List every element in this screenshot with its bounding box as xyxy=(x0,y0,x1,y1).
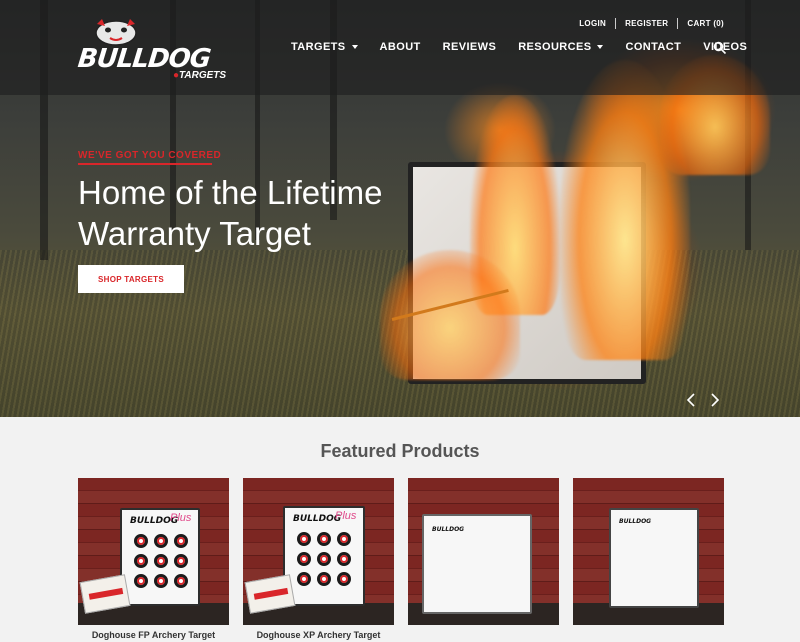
nav-item-resources[interactable]: RESOURCES xyxy=(518,41,604,53)
main-nav: TARGETS ABOUT REVIEWS RESOURCES CONTACT … xyxy=(291,41,769,53)
utility-divider xyxy=(615,18,617,29)
shop-targets-button[interactable]: SHOP TARGETS xyxy=(78,265,184,293)
product-card[interactable]: BULLDOG xyxy=(408,478,559,625)
target-bag-brand: BULLDOG xyxy=(293,514,342,524)
hero-tagline: WE'VE GOT YOU COVERED xyxy=(78,150,222,161)
target-dot-grid xyxy=(297,532,351,586)
product-card[interactable]: BULLDOG Plus xyxy=(78,478,229,625)
caret-down-icon xyxy=(597,45,604,50)
nav-item-targets[interactable]: TARGETS xyxy=(291,41,358,53)
utility-divider xyxy=(677,18,679,29)
target-bag-plus: Plus xyxy=(170,512,192,524)
nav-item-contact[interactable]: CONTACT xyxy=(625,41,681,53)
nav-item-reviews[interactable]: REVIEWS xyxy=(443,41,497,53)
target-bag-brand: BULLDOG xyxy=(432,526,465,533)
target-bag: BULLDOG Plus xyxy=(283,506,365,606)
target-bag: BULLDOG xyxy=(609,508,699,608)
product-name[interactable]: Doghouse FP Archery Target xyxy=(78,630,229,640)
caret-down-icon xyxy=(351,45,358,50)
product-card[interactable]: BULLDOG xyxy=(573,478,724,625)
product-name[interactable]: Doghouse XP Archery Target xyxy=(243,630,394,640)
target-bag: BULLDOG Plus xyxy=(120,508,200,606)
nav-item-about[interactable]: ABOUT xyxy=(380,41,421,53)
hero-title: Home of the Lifetime Warranty Target xyxy=(78,174,383,252)
chevron-right-icon[interactable] xyxy=(708,392,722,408)
target-dot-grid xyxy=(134,534,188,588)
bulldog-mascot-icon xyxy=(95,19,137,46)
logo-subtitle: ●TARGETS xyxy=(173,70,227,81)
target-bag: BULLDOG xyxy=(422,514,532,614)
bulldog-targets-logo[interactable]: BULLDOG ●TARGETS xyxy=(76,16,238,81)
register-link[interactable]: REGISTER xyxy=(625,19,668,28)
utility-nav: LOGIN REGISTER CART (0) xyxy=(579,18,724,29)
cart-link[interactable]: CART (0) xyxy=(687,19,724,28)
target-bag-plus: Plus xyxy=(335,510,357,522)
site-header: BULLDOG ●TARGETS LOGIN REGISTER CART (0)… xyxy=(0,0,800,95)
target-bag-brand: BULLDOG xyxy=(619,518,652,525)
chevron-left-icon[interactable] xyxy=(684,392,698,408)
featured-products-section: Featured Products BULLDOG Plus BULLDOG P… xyxy=(0,417,800,642)
product-card[interactable]: BULLDOG Plus xyxy=(243,478,394,625)
featured-products-heading: Featured Products xyxy=(320,441,480,461)
tagline-underline xyxy=(78,163,212,165)
login-link[interactable]: LOGIN xyxy=(579,19,606,28)
search-icon[interactable] xyxy=(713,41,727,55)
